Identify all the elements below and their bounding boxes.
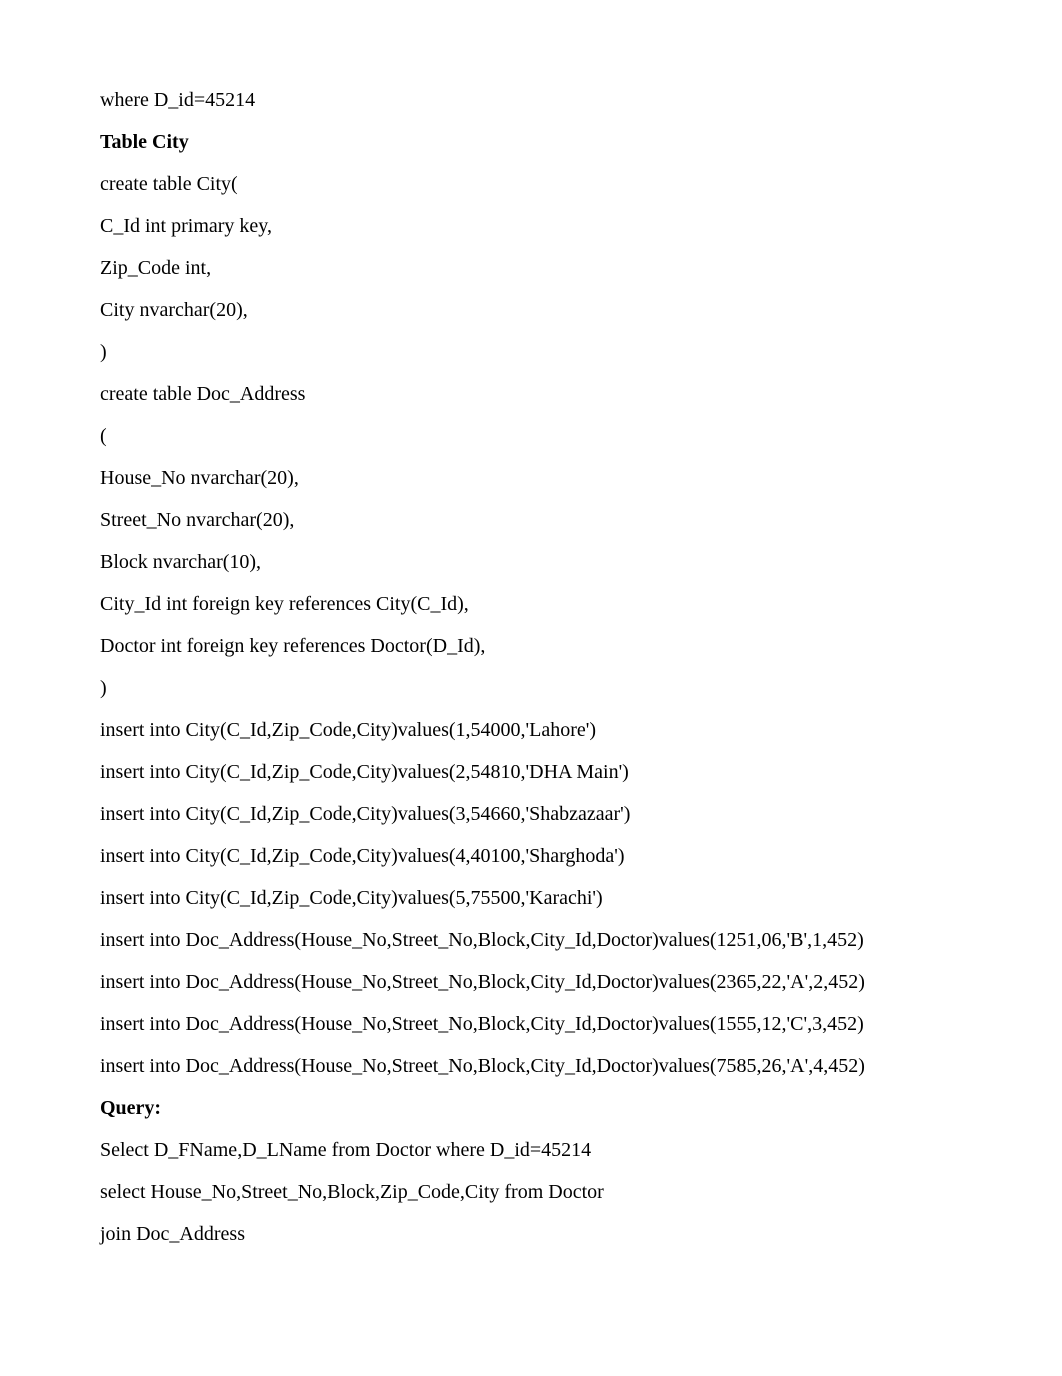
text-line: select House_No,Street_No,Block,Zip_Code…	[100, 1177, 962, 1207]
text-line: City_Id int foreign key references City(…	[100, 589, 962, 619]
heading-query: Query:	[100, 1093, 962, 1123]
text-line: join Doc_Address	[100, 1219, 962, 1249]
text-line: insert into City(C_Id,Zip_Code,City)valu…	[100, 841, 962, 871]
document-body: where D_id=45214 Table City create table…	[100, 85, 962, 1249]
text-line: (	[100, 421, 962, 451]
text-line: Select D_FName,D_LName from Doctor where…	[100, 1135, 962, 1165]
text-line: Street_No nvarchar(20),	[100, 505, 962, 535]
text-line: Zip_Code int,	[100, 253, 962, 283]
text-line: House_No nvarchar(20),	[100, 463, 962, 493]
text-line: Block nvarchar(10),	[100, 547, 962, 577]
text-line: insert into City(C_Id,Zip_Code,City)valu…	[100, 799, 962, 829]
text-line: Doctor int foreign key references Doctor…	[100, 631, 962, 661]
heading-table-city: Table City	[100, 127, 962, 157]
text-line: insert into City(C_Id,Zip_Code,City)valu…	[100, 883, 962, 913]
text-line: insert into Doc_Address(House_No,Street_…	[100, 1051, 962, 1081]
text-line: )	[100, 337, 962, 367]
text-line: create table City(	[100, 169, 962, 199]
text-line: insert into Doc_Address(House_No,Street_…	[100, 1009, 962, 1039]
text-line: City nvarchar(20),	[100, 295, 962, 325]
text-line: C_Id int primary key,	[100, 211, 962, 241]
text-line: insert into City(C_Id,Zip_Code,City)valu…	[100, 715, 962, 745]
text-line: insert into Doc_Address(House_No,Street_…	[100, 967, 962, 997]
text-line: insert into City(C_Id,Zip_Code,City)valu…	[100, 757, 962, 787]
text-line: where D_id=45214	[100, 85, 962, 115]
text-line: insert into Doc_Address(House_No,Street_…	[100, 925, 962, 955]
text-line: )	[100, 673, 962, 703]
text-line: create table Doc_Address	[100, 379, 962, 409]
